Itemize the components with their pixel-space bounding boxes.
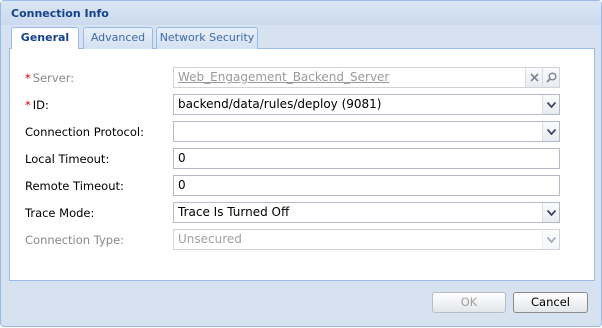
- remote-timeout-row: Remote Timeout: 0: [10, 175, 594, 197]
- search-icon[interactable]: [542, 68, 559, 87]
- required-mark: *: [25, 98, 31, 112]
- cancel-button[interactable]: Cancel: [513, 292, 588, 313]
- connection-protocol-combo[interactable]: [173, 121, 560, 142]
- server-field[interactable]: Web_Engagement_Backend_Server: [173, 67, 560, 88]
- local-timeout-input[interactable]: 0: [173, 148, 560, 169]
- connection-type-label: Connection Type:: [25, 233, 125, 247]
- id-label: * ID:: [25, 98, 49, 112]
- dialog-footer: OK Cancel: [1, 282, 601, 328]
- clear-icon[interactable]: [525, 68, 542, 87]
- id-row: * ID: backend/data/rules/deploy (9081): [10, 94, 594, 116]
- dialog-title: Connection Info: [11, 7, 109, 20]
- trace-mode-label: Trace Mode:: [25, 206, 95, 220]
- connection-info-dialog: Connection Info General Advanced Network…: [0, 0, 602, 327]
- trace-mode-combo[interactable]: Trace Is Turned Off: [173, 202, 560, 223]
- tab-strip: General Advanced Network Security: [9, 25, 595, 50]
- tab-general[interactable]: General: [11, 27, 79, 50]
- trace-mode-row: Trace Mode: Trace Is Turned Off: [10, 202, 594, 224]
- server-label: * Server:: [25, 71, 74, 85]
- chevron-down-icon[interactable]: [542, 122, 559, 141]
- trace-mode-value: Trace Is Turned Off: [178, 205, 290, 219]
- ok-button[interactable]: OK: [432, 292, 506, 313]
- server-value: Web_Engagement_Backend_Server: [178, 70, 390, 84]
- chevron-down-icon: [542, 230, 559, 249]
- server-label-text: Server:: [32, 71, 75, 85]
- connection-type-row: Connection Type: Unsecured: [10, 229, 594, 251]
- general-panel: * Server: Web_Engagement_Backend_Server *…: [9, 49, 595, 281]
- id-combo[interactable]: backend/data/rules/deploy (9081): [173, 94, 560, 115]
- tab-advanced[interactable]: Advanced: [83, 27, 153, 49]
- remote-timeout-label: Remote Timeout:: [25, 179, 124, 193]
- dialog-title-bar[interactable]: Connection Info: [1, 1, 601, 25]
- local-timeout-label: Local Timeout:: [25, 152, 110, 166]
- chevron-down-icon[interactable]: [542, 95, 559, 114]
- server-row: * Server: Web_Engagement_Backend_Server: [10, 67, 594, 89]
- required-mark: *: [25, 71, 31, 85]
- chevron-down-icon[interactable]: [542, 203, 559, 222]
- connection-protocol-row: Connection Protocol:: [10, 121, 594, 143]
- connection-type-combo[interactable]: Unsecured: [173, 229, 560, 250]
- connection-protocol-label: Connection Protocol:: [25, 125, 144, 139]
- connection-type-value: Unsecured: [178, 232, 242, 246]
- id-label-text: ID:: [32, 98, 49, 112]
- remote-timeout-input[interactable]: 0: [173, 175, 560, 196]
- id-value: backend/data/rules/deploy (9081): [178, 97, 382, 111]
- local-timeout-row: Local Timeout: 0: [10, 148, 594, 170]
- tab-network-security[interactable]: Network Security: [156, 27, 258, 49]
